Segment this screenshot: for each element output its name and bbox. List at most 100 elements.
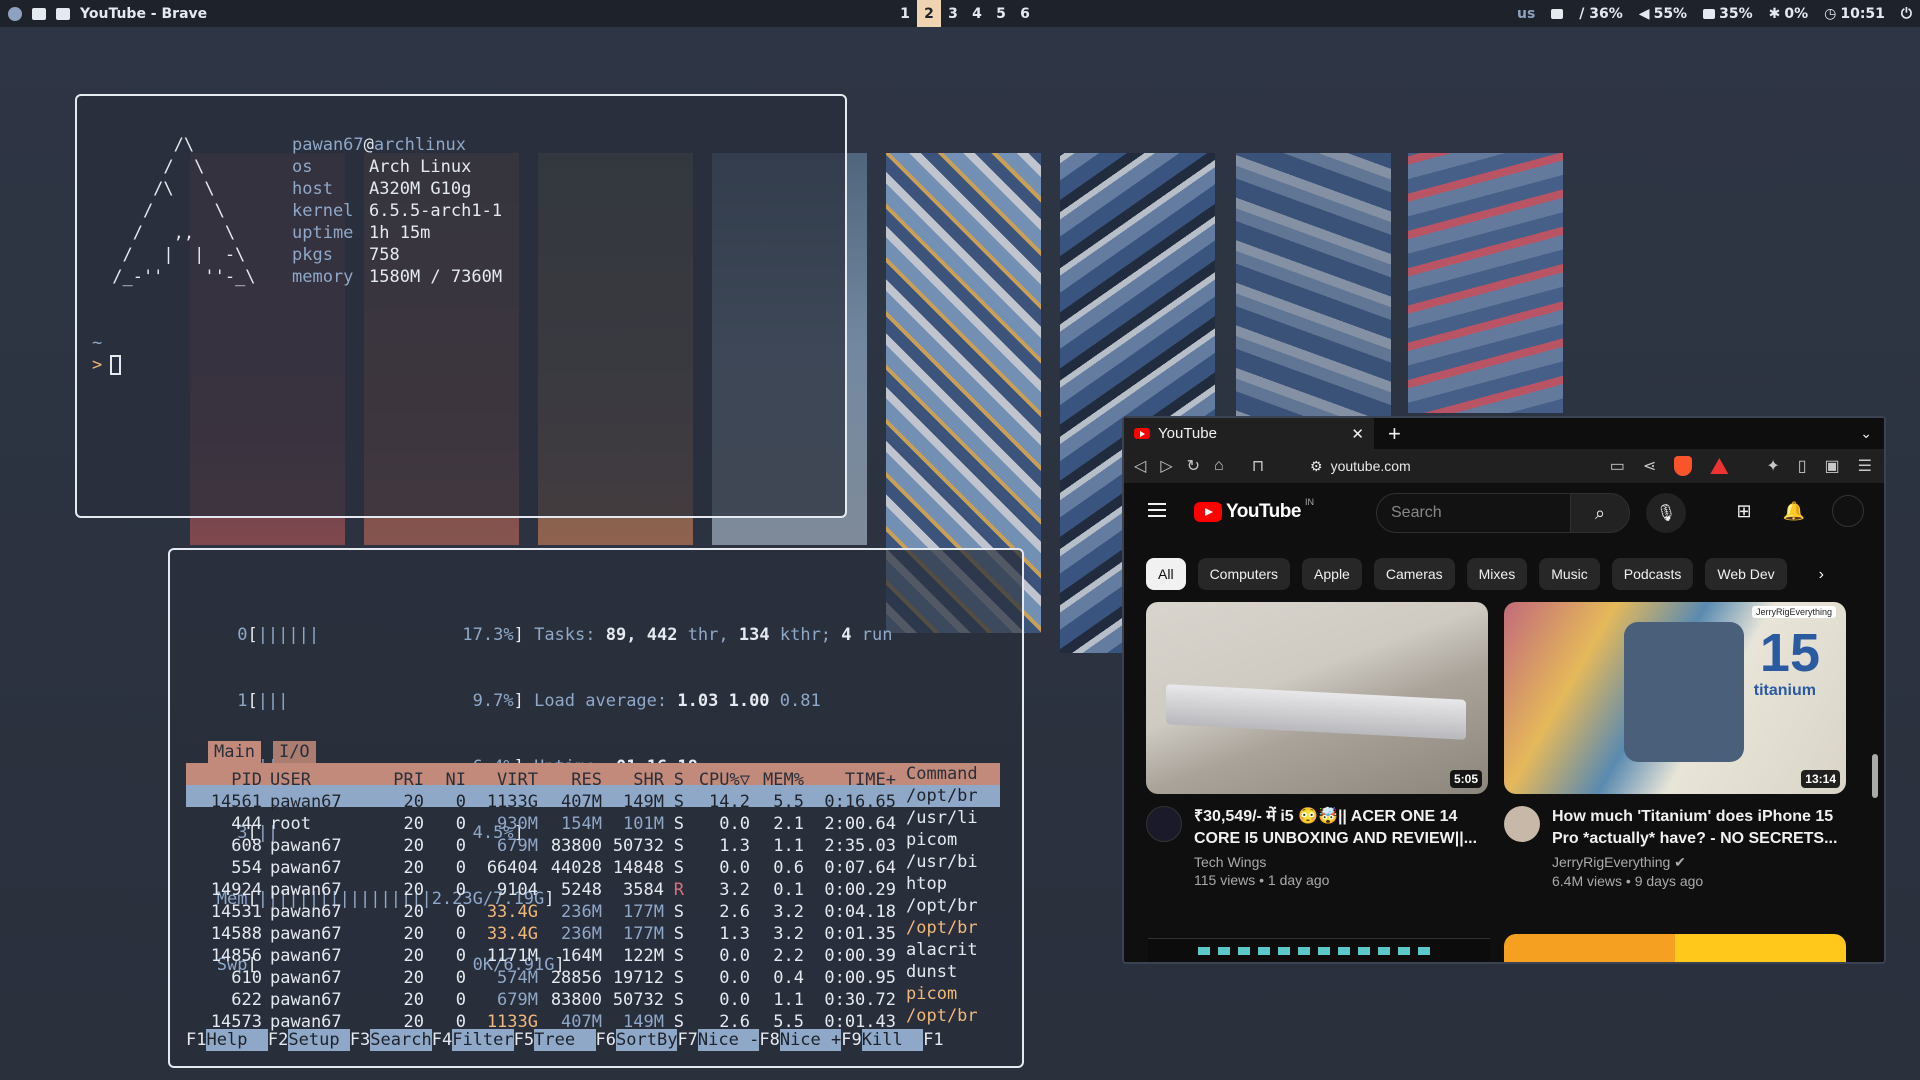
search-input[interactable]: Search	[1376, 493, 1571, 533]
chip-web-dev[interactable]: Web Dev	[1705, 558, 1787, 590]
microphone-icon: 🎙	[1655, 505, 1677, 522]
process-row[interactable]: 622 pawan67 20 0 679M 83800 50732 S 0.0 1.1 0:30.7…	[186, 983, 1000, 1010]
cast-icon[interactable]: ▭	[1610, 456, 1625, 476]
process-row[interactable]: 608 pawan67 20 0 679M 83800 50732 S 1.3 1.1 2:35.0…	[186, 829, 1000, 856]
terminal-htop[interactable]: 0[|||||| 17.3%] Tasks: 89, 442 thr, 134 …	[168, 548, 1024, 1068]
wallet-icon[interactable]: ▣	[1825, 456, 1840, 476]
process-row[interactable]: 610 pawan67 20 0 574M 28856 19712 S 0.0 0.4 0:00.9…	[186, 961, 1000, 988]
chip-music[interactable]: Music	[1539, 558, 1600, 590]
arch-logo-icon[interactable]	[8, 6, 22, 21]
chip-mixes[interactable]: Mixes	[1466, 558, 1528, 590]
video-card[interactable]: JerryRigEverything 15 titanium 13:14 How…	[1504, 602, 1846, 889]
cell: /usr/li	[906, 808, 978, 828]
power-icon[interactable]: ⏻	[1901, 6, 1912, 22]
sidebar-icon[interactable]: ▯	[1798, 456, 1807, 476]
video-thumbnail[interactable]: JerryRigEverything 15 titanium 13:14	[1504, 602, 1846, 794]
workspace-5[interactable]: 5	[989, 0, 1013, 27]
workspace-6[interactable]: 6	[1013, 0, 1037, 27]
running-count: 4	[841, 625, 852, 645]
fkey-search[interactable]: Search	[370, 1029, 432, 1051]
next-video-thumbnail[interactable]	[1148, 938, 1490, 962]
channel-name[interactable]: Tech Wings	[1194, 854, 1488, 870]
process-row[interactable]: 14531 pawan67 20 0 33.4G 236M 177M S 2.6 3.2 0:04.…	[186, 895, 1000, 922]
info-value: 758	[369, 245, 400, 265]
workspace-2[interactable]: 2	[917, 0, 941, 27]
shell-prompt[interactable]: ~ >	[92, 332, 122, 376]
search-button[interactable]: ⌕	[1570, 493, 1630, 533]
reload-icon[interactable]: ↻	[1187, 456, 1200, 476]
fkey-nice-minus[interactable]: Nice -	[697, 1029, 760, 1051]
fkey-setup[interactable]: Setup	[288, 1029, 350, 1051]
window-icon	[32, 7, 46, 20]
info-value: 1580M / 7360M	[369, 267, 503, 287]
kthreads-label: kthr;	[779, 625, 832, 645]
chips-next-chevron-icon[interactable]: ›	[1819, 566, 1824, 584]
fkey-help[interactable]: Help	[206, 1029, 268, 1051]
tab-io[interactable]: I/O	[272, 741, 316, 763]
volume-level[interactable]: 55%	[1654, 6, 1688, 22]
avatar[interactable]	[1832, 495, 1864, 527]
fkey-nice-plus[interactable]: Nice +	[779, 1029, 842, 1051]
channel-name-text: JerryRigEverything	[1552, 854, 1671, 870]
menu-icon[interactable]: ☰	[1858, 456, 1872, 476]
cpu-usage: 0%	[1784, 5, 1809, 22]
brave-rewards-icon[interactable]	[1710, 458, 1729, 474]
process-row[interactable]: 14856 pawan67 20 0 1171M 164M 122M S 0.0 2.2 0:00.…	[186, 939, 1000, 966]
home-icon[interactable]: ⌂	[1214, 457, 1224, 475]
workspace-1[interactable]: 1	[893, 0, 917, 27]
terminal-neofetch[interactable]: /\ / \ /\ \ / \ / ,, \ / | | -\ /_-'' ''…	[75, 94, 847, 518]
chip-podcasts[interactable]: Podcasts	[1611, 558, 1694, 590]
forward-icon[interactable]: ▷	[1160, 456, 1172, 476]
video-title[interactable]: ₹30,549/- में i5 😳🤯|| ACER ONE 14 CORE I…	[1194, 806, 1488, 850]
new-tab-button[interactable]: +	[1388, 421, 1401, 447]
chip-cameras[interactable]: Cameras	[1373, 558, 1455, 590]
create-video-icon[interactable]: ⊞	[1732, 499, 1756, 523]
guide-menu-icon[interactable]	[1148, 503, 1166, 517]
process-row[interactable]: 554 pawan67 20 0 66404 44028 14848 S 0.0 0.6 0:07.…	[186, 851, 1000, 878]
chip-apple[interactable]: Apple	[1302, 558, 1362, 590]
brave-shields-icon[interactable]	[1674, 456, 1693, 476]
workspace-4[interactable]: 4	[965, 0, 989, 27]
verified-icon: ✔	[1674, 854, 1686, 870]
video-title[interactable]: How much 'Titanium' does iPhone 15 Pro *…	[1552, 806, 1846, 850]
tab-list-chevron-icon[interactable]: ⌄	[1860, 425, 1872, 442]
back-icon[interactable]: ◁	[1134, 456, 1146, 476]
fkey-label: F1	[186, 1030, 207, 1050]
channel-avatar[interactable]	[1504, 806, 1540, 842]
next-video-thumbnail[interactable]	[1504, 934, 1846, 962]
workspace-3[interactable]: 3	[941, 0, 965, 27]
fkey-tree[interactable]: Tree	[534, 1029, 596, 1051]
channel-avatar[interactable]	[1146, 806, 1182, 842]
youtube-logo[interactable]: YouTube IN	[1194, 497, 1314, 523]
col-command[interactable]: Command	[896, 763, 982, 785]
process-row[interactable]: 14588 pawan67 20 0 33.4G 236M 177M S 1.3 3.2 0:01.…	[186, 917, 1000, 944]
scrollbar-thumb[interactable]	[1872, 754, 1878, 798]
process-row[interactable]: 444 root 20 0 930M 154M 101M S 0.0 2.1 2:00.64/usr…	[186, 807, 1000, 834]
site-info-icon[interactable]: ⚙	[1310, 458, 1323, 475]
chip-all[interactable]: All	[1146, 558, 1186, 590]
extensions-icon[interactable]: ✦	[1766, 456, 1779, 476]
video-card[interactable]: 5:05 ₹30,549/- में i5 😳🤯|| ACER ONE 14 C…	[1146, 602, 1488, 888]
thumb-detail	[1338, 947, 1350, 955]
notifications-bell-icon[interactable]: 🔔	[1782, 499, 1806, 523]
bookmark-icon[interactable]: ⊓	[1252, 456, 1264, 476]
fkey-kill[interactable]: Kill	[861, 1029, 924, 1051]
chip-computers[interactable]: Computers	[1197, 558, 1291, 590]
fkey-sortby[interactable]: SortBy	[616, 1029, 678, 1051]
address-bar[interactable]: ⚙ youtube.com	[1310, 453, 1560, 479]
hostname: archlinux	[373, 135, 467, 155]
channel-name[interactable]: JerryRigEverything ✔	[1552, 854, 1846, 871]
video-thumbnail[interactable]: 5:05	[1146, 602, 1488, 794]
cell: dunst	[906, 962, 958, 982]
process-row[interactable]: 14573 pawan67 20 0 1133G 407M 149M S 2.6 5.5 0:01.…	[186, 1005, 1000, 1032]
voice-search-button[interactable]: 🎙	[1646, 493, 1686, 533]
close-tab-icon[interactable]: ✕	[1351, 425, 1364, 443]
process-row[interactable]: 14924 pawan67 20 0 9104 5248 3584 R 3.2 0.1 0:00.2…	[186, 873, 1000, 900]
fkey-filter[interactable]: Filter	[452, 1029, 514, 1051]
running-label: run	[861, 625, 893, 645]
share-icon[interactable]: ⋖	[1643, 456, 1656, 476]
htop-tabs: Main I/O	[208, 741, 316, 763]
tab-main[interactable]: Main	[208, 741, 261, 763]
process-row[interactable]: 14561 pawan67 20 0 1133G 407M 149M S 14.2 5.5 0:16…	[186, 785, 1000, 812]
browser-tab-youtube[interactable]: YouTube ✕	[1124, 418, 1374, 449]
